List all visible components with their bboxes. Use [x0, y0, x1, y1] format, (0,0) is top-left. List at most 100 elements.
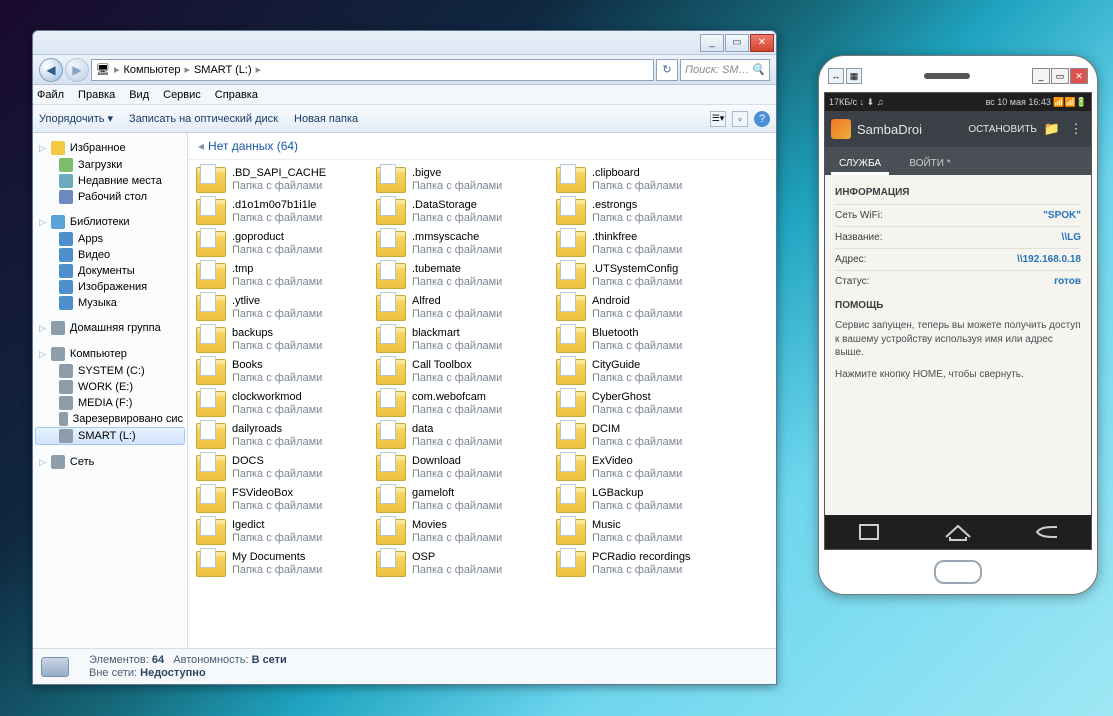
sidebar-drive-f[interactable]: MEDIA (F:)	[35, 395, 185, 411]
folder-item[interactable]: ExVideoПапка с файлами	[552, 452, 732, 484]
breadcrumb[interactable]: 🖥 ▸ Компьютер ▸ SMART (L:) ▸	[91, 59, 654, 81]
folder-item[interactable]: backupsПапка с файлами	[192, 324, 372, 356]
folder-item[interactable]: gameloftПапка с файлами	[372, 484, 552, 516]
menu-file[interactable]: Файл	[37, 89, 64, 101]
sidebar-favorites-head[interactable]: ▷ Избранное	[35, 139, 185, 157]
folder-name: .d1o1m0o7b1i1le	[232, 199, 322, 212]
sidebar-drive-c[interactable]: SYSTEM (C:)	[35, 363, 185, 379]
drive-icon	[59, 380, 73, 394]
more-icon[interactable]: ⋮	[1067, 121, 1085, 137]
folder-item[interactable]: PCRadio recordingsПапка с файлами	[552, 548, 732, 580]
sidebar-item-docs[interactable]: Документы	[35, 263, 185, 279]
sidebar-item-desktop[interactable]: Рабочий стол	[35, 189, 185, 205]
folder-item[interactable]: dailyroadsПапка с файлами	[192, 420, 372, 452]
folder-item[interactable]: .thinkfreeПапка с файлами	[552, 228, 732, 260]
folder-item[interactable]: OSPПапка с файлами	[372, 548, 552, 580]
nav-back-icon[interactable]	[1027, 523, 1067, 541]
sidebar-drive-reserved[interactable]: Зарезервировано сис	[35, 411, 185, 427]
folder-item[interactable]: .tubemateПапка с файлами	[372, 260, 552, 292]
sidebar-item-apps[interactable]: Apps	[35, 231, 185, 247]
sidebar-computer-head[interactable]: ▷Компьютер	[35, 345, 185, 363]
nav-back-button[interactable]: ◀	[39, 58, 63, 82]
menu-edit[interactable]: Правка	[78, 89, 115, 101]
folder-item[interactable]: .bigveПапка с файлами	[372, 164, 552, 196]
files-header[interactable]: ◂Нет данных (64)	[188, 133, 776, 160]
folder-item[interactable]: .mmsyscacheПапка с файлами	[372, 228, 552, 260]
menu-tools[interactable]: Сервис	[163, 89, 201, 101]
folder-item[interactable]: .tmpПапка с файлами	[192, 260, 372, 292]
close-button[interactable]: ✕	[750, 34, 774, 52]
folder-item[interactable]: LGBackupПапка с файлами	[552, 484, 732, 516]
folder-item[interactable]: .UTSystemConfigПапка с файлами	[552, 260, 732, 292]
sidebar-homegroup-head[interactable]: ▷Домашняя группа	[35, 319, 185, 337]
breadcrumb-root[interactable]: Компьютер	[124, 64, 181, 76]
folder-item[interactable]: IgedictПапка с файлами	[192, 516, 372, 548]
folder-item[interactable]: My DocumentsПапка с файлами	[192, 548, 372, 580]
fit-icon[interactable]: ↔	[828, 68, 844, 84]
menu-view[interactable]: Вид	[129, 89, 149, 101]
folder-item[interactable]: FSVideoBoxПапка с файлами	[192, 484, 372, 516]
phone-close-button[interactable]: ✕	[1070, 68, 1088, 84]
folder-item[interactable]: BluetoothПапка с файлами	[552, 324, 732, 356]
sidebar-libraries-head[interactable]: ▷Библиотеки	[35, 213, 185, 231]
folder-item[interactable]: dataПапка с файлами	[372, 420, 552, 452]
search-input[interactable]: Поиск: SM… 🔍	[680, 59, 770, 81]
folder-item[interactable]: BooksПапка с файлами	[192, 356, 372, 388]
nav-forward-button[interactable]: ▶	[65, 58, 89, 82]
view-mode-button[interactable]: ☰▾	[710, 111, 726, 127]
sidebar-item-downloads[interactable]: Загрузки	[35, 157, 185, 173]
folder-item[interactable]: AlfredПапка с файлами	[372, 292, 552, 324]
folder-item[interactable]: .BD_SAPI_CACHEПапка с файлами	[192, 164, 372, 196]
folder-item[interactable]: CityGuideПапка с файлами	[552, 356, 732, 388]
folder-item[interactable]: .goproductПапка с файлами	[192, 228, 372, 260]
phone-home-button[interactable]	[934, 560, 982, 584]
folder-item[interactable]: .clipboardПапка с файлами	[552, 164, 732, 196]
sidebar-drive-e[interactable]: WORK (E:)	[35, 379, 185, 395]
folder-item[interactable]: .estrongsПапка с файлами	[552, 196, 732, 228]
folder-item[interactable]: DOCSПапка с файлами	[192, 452, 372, 484]
folder-item[interactable]: DCIMПапка с файлами	[552, 420, 732, 452]
phone-min-button[interactable]: _	[1032, 68, 1050, 84]
refresh-button[interactable]: ↻	[656, 59, 678, 81]
folder-icon[interactable]: 📁	[1043, 121, 1061, 137]
burn-button[interactable]: Записать на оптический диск	[129, 113, 278, 125]
sidebar-item-recent[interactable]: Недавние места	[35, 173, 185, 189]
maximize-button[interactable]: ▭	[725, 34, 749, 52]
folder-icon	[376, 199, 406, 225]
menu-help[interactable]: Справка	[215, 89, 258, 101]
grid-icon[interactable]: ▦	[846, 68, 862, 84]
folder-item[interactable]: DownloadПапка с файлами	[372, 452, 552, 484]
sidebar-item-video[interactable]: Видео	[35, 247, 185, 263]
sidebar-item-images[interactable]: Изображения	[35, 279, 185, 295]
tab-login[interactable]: ВОЙТИ *	[895, 158, 965, 175]
folder-icon	[376, 487, 406, 513]
tab-service[interactable]: СЛУЖБА	[825, 158, 895, 175]
files-grid[interactable]: .BD_SAPI_CACHEПапка с файлами.bigveПапка…	[188, 160, 776, 648]
organize-button[interactable]: Упорядочить ▾	[39, 112, 113, 125]
folder-item[interactable]: .DataStorageПапка с файлами	[372, 196, 552, 228]
sidebar-item-music[interactable]: Музыка	[35, 295, 185, 311]
folder-item[interactable]: Call ToolboxПапка с файлами	[372, 356, 552, 388]
folder-item[interactable]: blackmartПапка с файлами	[372, 324, 552, 356]
phone-max-button[interactable]: ▭	[1051, 68, 1069, 84]
folder-item[interactable]: .d1o1m0o7b1i1leПапка с файлами	[192, 196, 372, 228]
folder-type: Папка с файлами	[592, 308, 682, 321]
minimize-button[interactable]: _	[700, 34, 724, 52]
breadcrumb-drive[interactable]: SMART (L:)	[194, 64, 252, 76]
stop-action[interactable]: ОСТАНОВИТЬ	[968, 124, 1037, 135]
status-bar: Элементов: 64 Автономность: В сети Вне с…	[33, 648, 776, 684]
folder-item[interactable]: MoviesПапка с файлами	[372, 516, 552, 548]
new-folder-button[interactable]: Новая папка	[294, 113, 358, 125]
sidebar-drive-smart[interactable]: SMART (L:)	[35, 427, 185, 445]
nav-recent-icon[interactable]	[849, 523, 889, 541]
folder-item[interactable]: .ytliveПапка с файлами	[192, 292, 372, 324]
preview-pane-button[interactable]: ▫	[732, 111, 748, 127]
folder-item[interactable]: AndroidПапка с файлами	[552, 292, 732, 324]
nav-home-icon[interactable]	[938, 523, 978, 541]
folder-item[interactable]: com.webofcamПапка с файлами	[372, 388, 552, 420]
folder-item[interactable]: clockworkmodПапка с файлами	[192, 388, 372, 420]
folder-item[interactable]: MusicПапка с файлами	[552, 516, 732, 548]
help-icon[interactable]: ?	[754, 111, 770, 127]
folder-item[interactable]: CyberGhostПапка с файлами	[552, 388, 732, 420]
sidebar-network-head[interactable]: ▷Сеть	[35, 453, 185, 471]
